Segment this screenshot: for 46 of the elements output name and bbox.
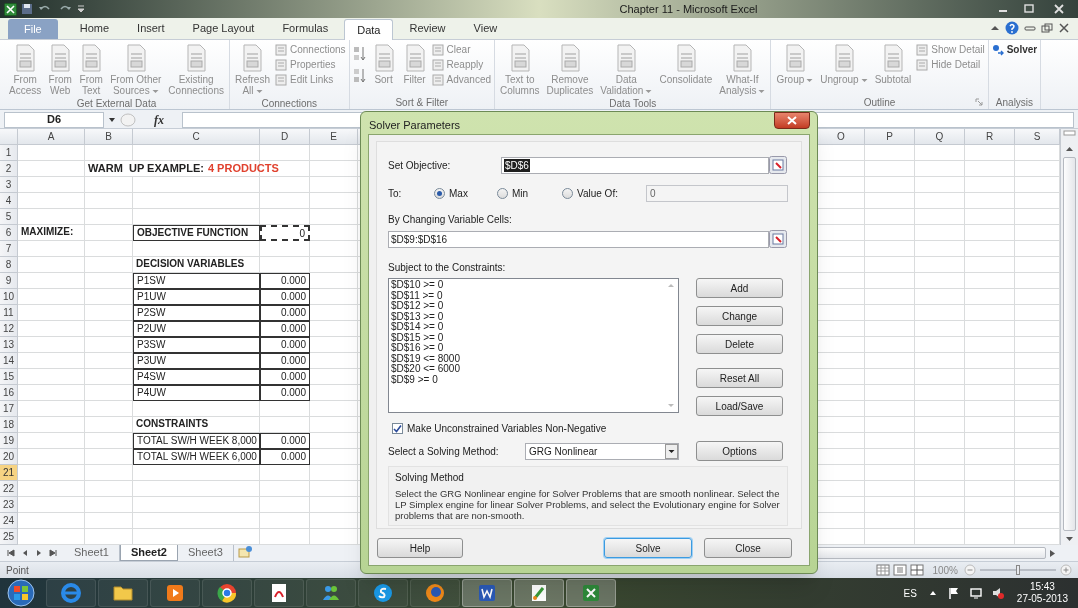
field-label: By Changing Variable Cells: <box>388 213 512 227</box>
heading-text: WARM UP EXAMPLE: <box>88 161 204 177</box>
table-cell: P4SW <box>133 369 260 385</box>
field-label: Set Objective: <box>388 158 452 173</box>
selected-text: $D$6 <box>504 158 530 172</box>
zoom-level: 100% <box>932 563 958 578</box>
table-cell: 0.000 <box>260 289 310 305</box>
table-cell: P4UW <box>133 385 260 401</box>
table-cell: DECISION VARIABLES <box>133 257 260 273</box>
table-cell: P2SW <box>133 305 260 321</box>
table-cell: MAXIMIZE: <box>18 225 85 241</box>
group-label: Analysis <box>995 95 1034 110</box>
table-cell: OBJECTIVE FUNCTION <box>133 225 260 241</box>
table-cell: CONSTRAINTS <box>133 417 260 433</box>
group-label: Get External Data <box>76 96 157 111</box>
group-label: Connections <box>261 96 318 111</box>
group-title: Solving Method <box>395 471 464 485</box>
table-cell: TOTAL SW/H WEEK 8,000 <box>133 433 260 449</box>
table-cell: P2UW <box>133 321 260 337</box>
table-cell: TOTAL SW/H WEEK 6,000 <box>133 449 260 465</box>
heading-highlight-text: 4 PRODUCTS <box>207 161 279 177</box>
status-mode: Point <box>6 563 29 578</box>
method-description: Select the GRG Nonlinear engine for Solver Problems that are smooth nonlinear. Select the LP Simplex engine for linear Solver Problems, and select the Evolutionary engine for Solver problems that are non-smooth. <box>395 488 781 521</box>
group-label: Outline <box>863 95 896 110</box>
table-cell: P1UW <box>133 289 260 305</box>
table-cell: 0.000 <box>260 433 310 449</box>
field-label: Subject to the Constraints: <box>388 261 506 275</box>
table-cell: 0.000 <box>260 385 310 401</box>
table-cell: P1SW <box>133 273 260 289</box>
window-title: Chapter 11 - Microsoft Excel <box>619 1 758 17</box>
table-cell: 0.000 <box>260 449 310 465</box>
table-cell: P3UW <box>133 353 260 369</box>
table-cell: 0.000 <box>260 337 310 353</box>
table-cell: 0.000 <box>260 305 310 321</box>
dropdown-value: GRG Nonlinear <box>529 444 598 459</box>
group-label: Data Tools <box>609 96 657 111</box>
group-label: Sort & Filter <box>395 95 449 110</box>
table-cell: 0.000 <box>260 353 310 369</box>
field-label: To: <box>388 186 403 201</box>
dialog-title: Solver Parameters <box>368 118 461 133</box>
field-label: Select a Solving Method: <box>388 444 500 459</box>
table-cell: 0.000 <box>260 321 310 337</box>
table-cell: 0.000 <box>260 369 310 385</box>
table-cell: 0 <box>260 225 310 241</box>
table-cell: P3SW <box>133 337 260 353</box>
table-cell: 0.000 <box>260 273 310 289</box>
